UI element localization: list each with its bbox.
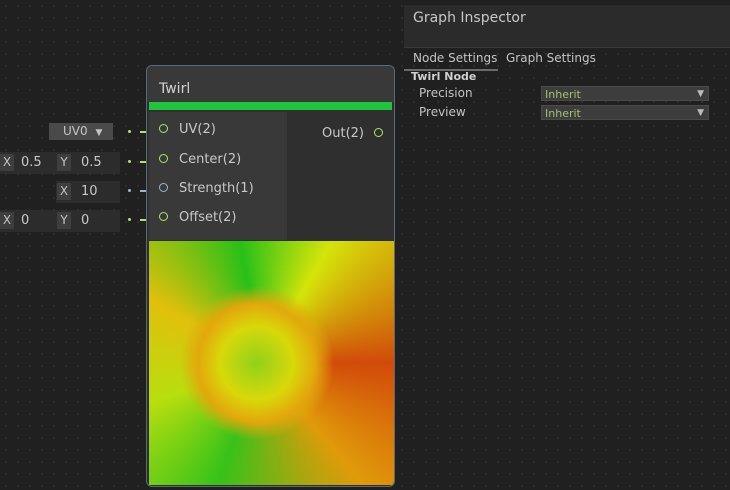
node-precision-bar xyxy=(149,102,392,110)
graph-inspector: Graph Inspector Node Settings Graph Sett… xyxy=(404,5,730,490)
preview-select[interactable]: Inherit ▼ xyxy=(541,105,709,120)
output-port-label: Out(2) xyxy=(322,126,364,141)
twirl-preview-image xyxy=(149,241,394,485)
inspector-title: Graph Inspector xyxy=(413,10,526,26)
center-wire-dot xyxy=(128,160,131,163)
offset-wire-dot xyxy=(128,218,131,221)
center-y-label: Y xyxy=(57,154,71,171)
chevron-down-icon: ▼ xyxy=(697,89,704,99)
strength-wire-dot xyxy=(128,189,131,192)
inspector-title-bar[interactable]: Graph Inspector xyxy=(404,5,730,48)
center-x-input[interactable]: 0.5 xyxy=(21,154,42,171)
precision-value: Inherit xyxy=(545,88,581,101)
tab-graph-settings[interactable]: Graph Settings xyxy=(506,51,596,65)
output-port-icon[interactable] xyxy=(374,128,383,137)
strength-x-label: X xyxy=(57,183,71,200)
port-label: UV(2) xyxy=(179,122,216,137)
uv-wire-dot xyxy=(128,130,131,133)
port-label: Offset(2) xyxy=(179,210,237,225)
tab-node-settings[interactable]: Node Settings xyxy=(413,51,497,65)
input-ports: UV(2) Center(2) Strength(1) Offset(2) xyxy=(149,112,287,240)
uv-port-icon[interactable] xyxy=(159,124,168,133)
center-port-icon[interactable] xyxy=(159,154,168,163)
preview-label: Preview xyxy=(419,105,466,119)
port-label: Center(2) xyxy=(179,152,242,167)
input-port-uv[interactable]: UV(2) xyxy=(149,116,287,144)
offset-port-icon[interactable] xyxy=(159,212,168,221)
input-port-strength[interactable]: Strength(1) xyxy=(149,175,287,203)
offset-y-label: Y xyxy=(57,212,71,229)
node-title: Twirl xyxy=(159,81,191,97)
section-title: Twirl Node xyxy=(411,70,477,83)
center-x-label: X xyxy=(0,154,14,171)
chevron-down-icon: ▼ xyxy=(95,128,103,138)
strength-port-icon[interactable] xyxy=(159,183,168,192)
offset-x-label: X xyxy=(0,212,14,229)
offset-y-input[interactable]: 0 xyxy=(81,212,89,229)
node-header[interactable]: Twirl xyxy=(147,66,394,102)
uv-channel-dropdown[interactable]: UV0 ▼ xyxy=(49,123,113,140)
offset-x-input[interactable]: 0 xyxy=(21,212,29,229)
preview-value: Inherit xyxy=(545,107,581,120)
input-port-center[interactable]: Center(2) xyxy=(149,146,287,174)
center-y-input[interactable]: 0.5 xyxy=(81,154,102,171)
chevron-down-icon: ▼ xyxy=(697,108,704,118)
port-label: Strength(1) xyxy=(179,181,254,196)
input-port-offset[interactable]: Offset(2) xyxy=(149,204,287,232)
strength-input[interactable]: 10 xyxy=(81,183,98,200)
uv-dropdown-value: UV0 xyxy=(63,124,88,138)
precision-label: Precision xyxy=(419,86,473,100)
precision-select[interactable]: Inherit ▼ xyxy=(541,86,709,101)
